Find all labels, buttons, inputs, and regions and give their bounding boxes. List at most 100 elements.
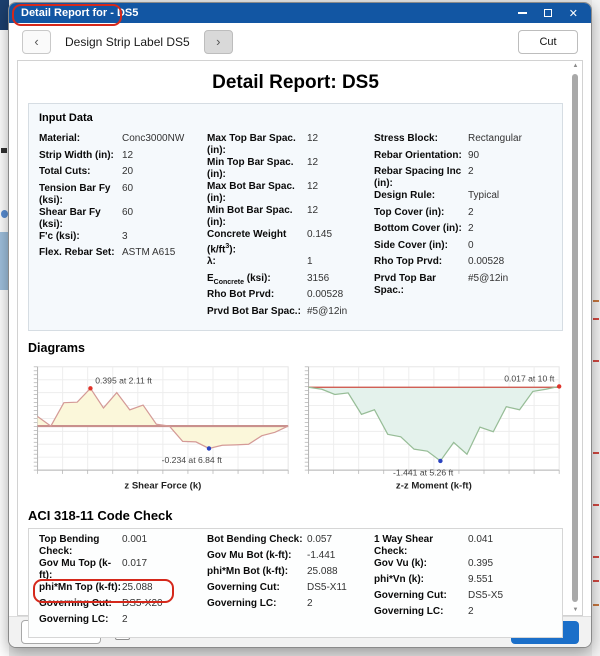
background-app-mark: [1, 148, 7, 153]
aci-row: Bot Bending Check:0.057: [207, 534, 374, 550]
input-row: Tension Bar Fy (ksi):60: [39, 183, 207, 207]
aci-col3: 1 Way Shear Check:0.041Gov Vu (k):0.395p…: [374, 534, 552, 630]
scrollbar-thumb[interactable]: [572, 74, 578, 602]
svg-text:-0.234 at 6.84 ft: -0.234 at 6.84 ft: [162, 455, 223, 465]
input-value: #5@12in: [307, 306, 347, 318]
background-dash: [593, 452, 599, 454]
background-dash: [593, 580, 599, 582]
background-app-bullet: [1, 210, 8, 218]
aci-value: 25.088: [307, 566, 338, 578]
input-value: 0.145: [307, 229, 332, 241]
aci-value: 0.057: [307, 534, 332, 546]
aci-row: Governing Cut:DS5-X11: [207, 582, 374, 598]
input-label: Total Cuts:: [39, 166, 122, 178]
aci-row: Governing Cut:DS5-X20: [39, 598, 207, 614]
aci-value: DS5-X20: [122, 598, 163, 610]
detail-report-dialog: Detail Report for - DS5 ✕ ‹ Design Strip…: [8, 2, 592, 648]
aci-row: Gov Mu Bot (k-ft):-1.441: [207, 550, 374, 566]
cut-button[interactable]: Cut: [518, 30, 578, 54]
svg-text:z-z Moment (k-ft): z-z Moment (k-ft): [396, 481, 472, 492]
aci-label: Top Bending Check:: [39, 534, 122, 558]
input-row: Max Top Bar Spac. (in):12: [207, 133, 374, 157]
aci-row: phi*Vn (k):9.551: [374, 574, 552, 590]
input-label: Bottom Cover (in):: [374, 223, 468, 235]
aci-value: 0.017: [122, 558, 147, 570]
input-row: Rebar Spacing Inc (in):2: [374, 166, 552, 190]
input-data-heading: Input Data: [39, 112, 552, 124]
input-row: Rebar Orientation:90: [374, 150, 552, 167]
aci-value: 0.001: [122, 534, 147, 546]
aci-label: Governing LC:: [207, 598, 307, 610]
input-row: λ:1: [207, 256, 374, 273]
maximize-button[interactable]: [544, 9, 552, 17]
scroll-up-arrow-icon[interactable]: ▲: [569, 63, 582, 69]
input-label: Min Top Bar Spac. (in):: [207, 157, 307, 181]
input-row: Rho Bot Prvd:0.00528: [207, 289, 374, 306]
report-navbar: ‹ Design Strip Label DS5 › Cut: [9, 23, 591, 60]
input-label: Top Cover (in):: [374, 207, 468, 219]
aci-label: phi*Mn Top (k-ft):: [39, 582, 122, 594]
aci-code-check-heading: ACI 318-11 Code Check: [28, 508, 563, 523]
input-value: 2: [468, 207, 474, 219]
input-row: Prvd Top Bar Spac.:#5@12in: [374, 273, 552, 297]
input-value: 0: [468, 240, 474, 252]
input-label: Flex. Rebar Set:: [39, 247, 122, 259]
input-label: Rho Top Prvd:: [374, 256, 468, 268]
aci-label: Gov Mu Bot (k-ft):: [207, 550, 307, 562]
dialog-titlebar[interactable]: Detail Report for - DS5 ✕: [9, 3, 591, 23]
input-label: EConcrete (ksi):: [207, 273, 307, 289]
input-value: Typical: [468, 190, 499, 202]
input-label: Strip Width (in):: [39, 150, 122, 162]
next-strip-button[interactable]: ›: [204, 30, 233, 54]
chevron-left-icon: ‹: [34, 34, 38, 49]
svg-text:0.395 at 2.11 ft: 0.395 at 2.11 ft: [95, 376, 152, 386]
background-dash: [593, 300, 599, 302]
input-label: Tension Bar Fy (ksi):: [39, 183, 122, 207]
input-label: Max Bot Bar Spac. (in):: [207, 181, 307, 205]
aci-label: Governing LC:: [374, 606, 468, 618]
vertical-scrollbar[interactable]: ▲ ▼: [569, 61, 582, 615]
aci-value: 0.395: [468, 558, 493, 570]
input-row: Stress Block:Rectangular: [374, 133, 552, 150]
minimize-button[interactable]: [518, 12, 527, 14]
input-label: Material:: [39, 133, 122, 145]
input-row: Min Top Bar Spac. (in):12: [207, 157, 374, 181]
aci-row: Gov Mu Top (k-ft):0.017: [39, 558, 207, 582]
input-value: 2: [468, 166, 474, 178]
input-value: 1: [307, 256, 313, 268]
aci-value: DS5-X11: [307, 582, 347, 594]
input-label: λ:: [207, 256, 307, 268]
moment-chart: 0.017 at 10 ft -1.441 at 5.26 ft z-z Momen…: [299, 360, 563, 497]
input-row: Bottom Cover (in):2: [374, 223, 552, 240]
input-row: Shear Bar Fy (ksi):60: [39, 207, 207, 231]
input-value: 3: [122, 231, 128, 243]
page-title: Detail Report: DS5: [28, 72, 563, 94]
aci-value: 9.551: [468, 574, 493, 586]
input-value: 0.00528: [468, 256, 504, 268]
input-value: 12: [307, 205, 318, 217]
close-window-button[interactable]: ✕: [569, 4, 578, 22]
input-value: ASTM A615: [122, 247, 175, 259]
close-icon: ✕: [569, 8, 578, 20]
input-row: Material:Conc3000NW: [39, 133, 207, 150]
scroll-down-arrow-icon[interactable]: ▼: [569, 607, 582, 613]
input-value: 20: [122, 166, 133, 178]
input-value: 12: [307, 133, 318, 145]
input-value: 12: [307, 181, 318, 193]
aci-row: phi*Mn Bot (k-ft):25.088: [207, 566, 374, 582]
input-label: Prvd Top Bar Spac.:: [374, 273, 468, 297]
input-value: 12: [307, 157, 318, 169]
svg-text:-1.441 at 5.26 ft: -1.441 at 5.26 ft: [393, 468, 454, 478]
previous-strip-button[interactable]: ‹: [22, 30, 51, 54]
input-label: Concrete Weight (k/ft3):: [207, 229, 307, 256]
input-label: Side Cover (in):: [374, 240, 468, 252]
input-value: #5@12in: [468, 273, 508, 285]
svg-text:z Shear Force (k): z Shear Force (k): [124, 481, 201, 492]
aci-value: 2: [307, 598, 313, 610]
aci-value: 2: [468, 606, 474, 618]
input-label: Shear Bar Fy (ksi):: [39, 207, 122, 231]
report-content-panel: Detail Report: DS5 Input Data Material:C…: [17, 60, 583, 616]
shear-force-chart: 0.395 at 2.11 ft -0.234 at 6.84 ft z Shear…: [28, 360, 292, 497]
input-row: F'c (ksi):3: [39, 231, 207, 248]
svg-text:0.017 at 10 ft: 0.017 at 10 ft: [504, 374, 555, 384]
